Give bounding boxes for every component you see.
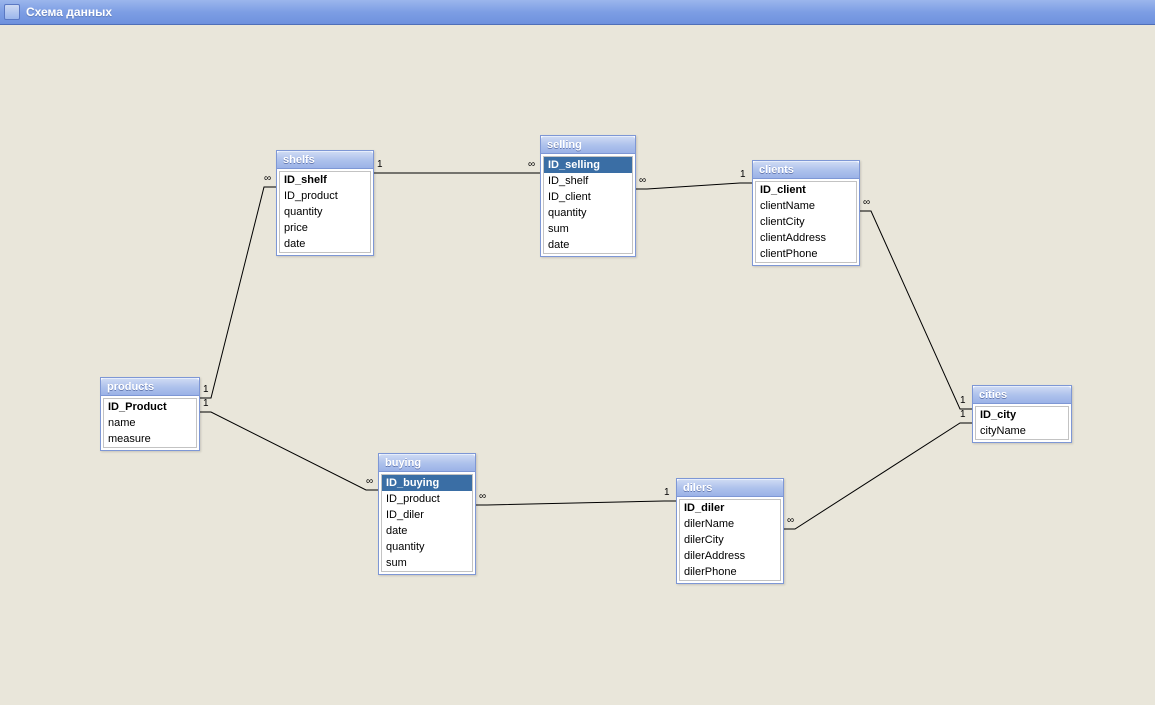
entity-field[interactable]: sum (544, 221, 632, 237)
relation-cardinality-label: ∞ (787, 515, 794, 526)
entity-field[interactable]: price (280, 220, 370, 236)
entity-field[interactable]: quantity (382, 539, 472, 555)
entity-selling[interactable]: selling ID_sellingID_shelfID_clientquanti… (540, 135, 636, 257)
entity-header[interactable]: buying (379, 454, 475, 472)
window-title: Схема данных (26, 5, 112, 19)
entity-products[interactable]: products ID_Productnamemeasure (100, 377, 200, 451)
entity-buying[interactable]: buying ID_buyingID_productID_dilerdatequa… (378, 453, 476, 575)
window-title-bar[interactable]: Схема данных (0, 0, 1155, 25)
entity-header[interactable]: dilers (677, 479, 783, 497)
entity-field[interactable]: dilerAddress (680, 548, 780, 564)
entity-header[interactable]: selling (541, 136, 635, 154)
entity-field[interactable]: date (280, 236, 370, 252)
entity-field-list: ID_sellingID_shelfID_clientquantitysumda… (543, 156, 633, 254)
entity-field[interactable]: ID_product (382, 491, 472, 507)
entity-field[interactable]: ID_shelf (544, 173, 632, 189)
entity-header[interactable]: clients (753, 161, 859, 179)
relation-cardinality-label: ∞ (639, 175, 646, 186)
app-icon (4, 4, 20, 20)
entity-clients[interactable]: clientsID_clientclientNameclientCityclie… (752, 160, 860, 266)
relation-cardinality-label: 1 (203, 384, 209, 395)
entity-field[interactable]: ID_client (544, 189, 632, 205)
entity-field[interactable]: dilerName (680, 516, 780, 532)
entity-field[interactable]: ID_product (280, 188, 370, 204)
relation-cardinality-label: ∞ (528, 159, 535, 170)
entity-field[interactable]: date (382, 523, 472, 539)
entity-field[interactable]: sum (382, 555, 472, 571)
relation-cardinality-label: 1 (664, 487, 670, 498)
entity-field[interactable]: dilerPhone (680, 564, 780, 580)
entity-field[interactable]: clientPhone (756, 246, 856, 262)
entity-field-list: ID_dilerdilerNamedilerCitydilerAddressdi… (679, 499, 781, 581)
entity-field[interactable]: clientAddress (756, 230, 856, 246)
entity-field[interactable]: quantity (280, 204, 370, 220)
entity-field-list: ID_clientclientNameclientCityclientAddre… (755, 181, 857, 263)
entity-field[interactable]: measure (104, 431, 196, 447)
entity-cities[interactable]: cities ID_citycityName (972, 385, 1072, 443)
entity-shelfs[interactable]: shelfs ID_shelfID_productquantitypricedat… (276, 150, 374, 256)
entity-field[interactable]: cityName (976, 423, 1068, 439)
relation-cardinality-label: 1 (740, 169, 746, 180)
entity-field[interactable]: name (104, 415, 196, 431)
entity-field[interactable]: ID_buying (382, 475, 472, 491)
entity-field[interactable]: dilerCity (680, 532, 780, 548)
entity-field[interactable]: ID_diler (680, 500, 780, 516)
entity-field[interactable]: date (544, 237, 632, 253)
entity-field[interactable]: clientName (756, 198, 856, 214)
entity-field[interactable]: ID_shelf (280, 172, 370, 188)
relation-cardinality-label: 1 (203, 398, 209, 409)
entity-header[interactable]: products (101, 378, 199, 396)
entity-field-list: ID_Productnamemeasure (103, 398, 197, 448)
entity-field[interactable]: ID_city (976, 407, 1068, 423)
relation-cardinality-label: ∞ (264, 173, 271, 184)
relation-cardinality-label: 1 (960, 409, 966, 420)
entity-field-list: ID_citycityName (975, 406, 1069, 440)
entity-field[interactable]: ID_client (756, 182, 856, 198)
entity-header[interactable]: shelfs (277, 151, 373, 169)
relation-cardinality-label: ∞ (479, 491, 486, 502)
entity-dilers[interactable]: dilers ID_dilerdilerNamedilerCitydilerAdd… (676, 478, 784, 584)
relation-cardinality-label: ∞ (366, 476, 373, 487)
relation-cardinality-label: ∞ (863, 197, 870, 208)
diagram-canvas[interactable]: products ID_Productnamemeasure shelfs ID_sh… (0, 25, 1155, 705)
relation-cardinality-label: 1 (960, 395, 966, 406)
entity-field[interactable]: quantity (544, 205, 632, 221)
entity-field[interactable]: clientCity (756, 214, 856, 230)
entity-field[interactable]: ID_diler (382, 507, 472, 523)
entity-field-list: ID_buyingID_productID_dilerdatequantitys… (381, 474, 473, 572)
entity-field-list: ID_shelfID_productquantitypricedate (279, 171, 371, 253)
entity-field[interactable]: ID_selling (544, 157, 632, 173)
entity-field[interactable]: ID_Product (104, 399, 196, 415)
entity-header[interactable]: cities (973, 386, 1071, 404)
relation-cardinality-label: 1 (377, 159, 383, 170)
